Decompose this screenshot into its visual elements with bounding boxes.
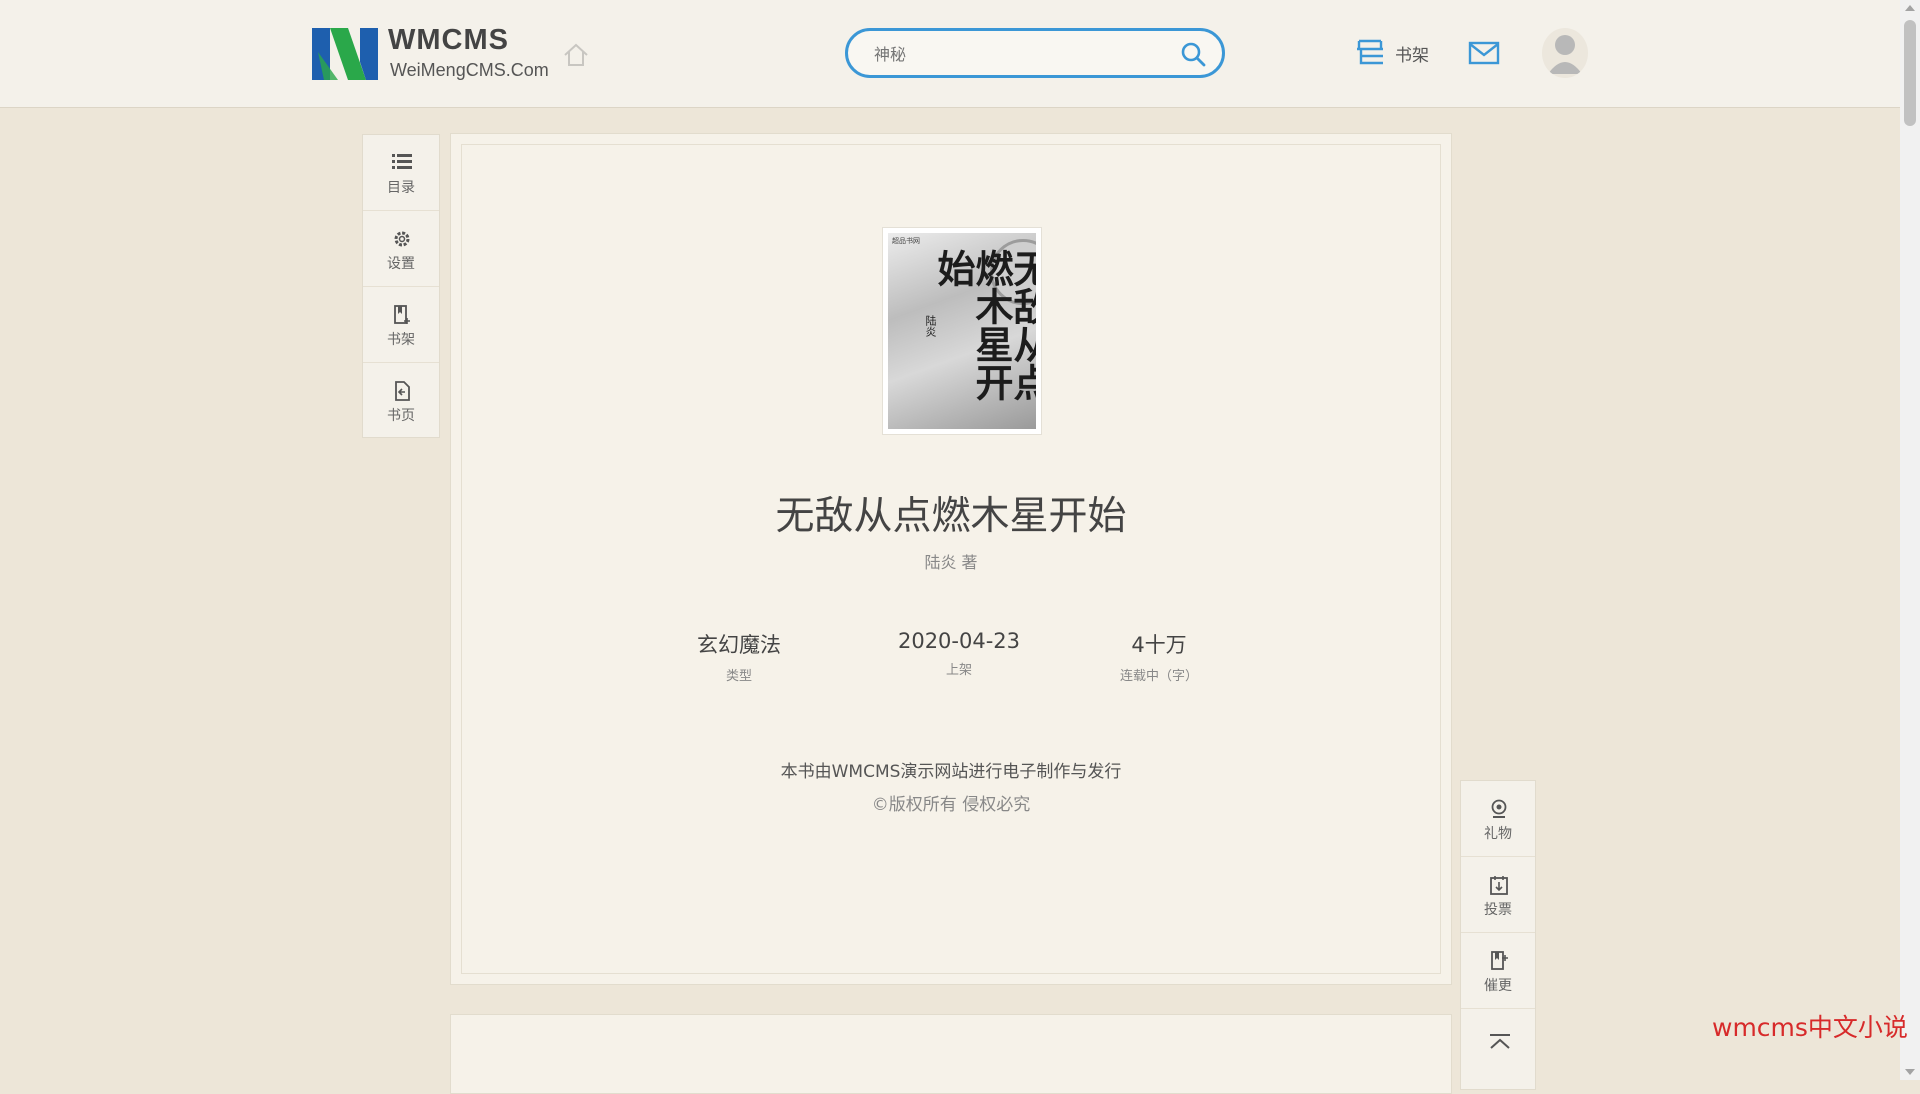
gear-icon	[394, 231, 410, 247]
urge-update-icon	[1491, 951, 1508, 970]
search-box	[845, 28, 1225, 78]
list-icon	[392, 154, 412, 169]
book-info-panel: 超品书网 无敌从点燃木星开始 陆炎 无敌从点燃木星开始 陆炎 著 玄幻魔法 类型…	[450, 133, 1452, 985]
site-header: WMCMS WeiMengCMS.Com 书架	[0, 0, 1900, 108]
vote-icon	[1490, 876, 1508, 895]
gift-button[interactable]: 礼物	[1461, 781, 1535, 857]
vote-label: 投票	[1484, 902, 1512, 918]
toc-button[interactable]: 目录	[363, 135, 439, 211]
scroll-up-arrow[interactable]	[1905, 5, 1915, 11]
add-to-shelf-label: 书架	[387, 332, 415, 348]
home-icon[interactable]	[562, 42, 590, 68]
settings-button[interactable]: 设置	[363, 211, 439, 287]
book-title: 无敌从点燃木星开始	[775, 494, 1127, 539]
header-bookshelf-label: 书架	[1395, 46, 1429, 66]
urge-update-label: 催更	[1484, 978, 1512, 994]
search-icon[interactable]	[1180, 41, 1206, 67]
stat-shelf-date-caption: 上架	[945, 663, 972, 678]
site-watermark: wmcms中文小说	[1712, 1013, 1908, 1042]
book-page-label: 书页	[387, 408, 415, 424]
stat-shelf-date-value: 2020-04-23	[897, 629, 1021, 653]
user-avatar[interactable]	[1542, 28, 1588, 78]
stat-word-count-caption: 连载中（字）	[1119, 669, 1198, 684]
left-toolbar: 目录 设置 书架 书页	[362, 134, 440, 438]
scroll-down-arrow[interactable]	[1905, 1069, 1915, 1075]
cover-author: 陆炎	[924, 315, 937, 337]
scroll-thumb[interactable]	[1904, 20, 1916, 126]
copyright-note: ©版权所有 侵权必究	[871, 795, 1031, 815]
stat-shelf-date: 2020-04-23 上架	[859, 629, 1059, 678]
book-cover[interactable]: 超品书网 无敌从点燃木星开始 陆炎	[882, 227, 1042, 435]
right-toolbar: 礼物 投票 催更	[1460, 780, 1536, 1090]
bookmark-icon	[394, 305, 410, 324]
stat-genre-value[interactable]: 玄幻魔法	[639, 629, 839, 659]
back-to-top-icon	[1490, 1034, 1510, 1049]
logo-brand-text: WMCMS	[388, 24, 509, 56]
add-to-shelf-button[interactable]: 书架	[363, 287, 439, 363]
bookshelf-icon	[1357, 39, 1383, 65]
site-logo[interactable]: WMCMS WeiMengCMS.Com	[310, 22, 550, 86]
gift-icon	[1491, 799, 1507, 818]
page-scrollbar[interactable]	[1900, 0, 1920, 1080]
book-cover-image: 超品书网 无敌从点燃木星开始 陆炎	[888, 233, 1036, 429]
book-info-inner: 超品书网 无敌从点燃木星开始 陆炎 无敌从点燃木星开始 陆炎 著 玄幻魔法 类型…	[461, 144, 1441, 974]
next-content-panel	[450, 1014, 1452, 1094]
stat-word-count: 4十万 连载中（字）	[1059, 629, 1259, 684]
urge-update-button[interactable]: 催更	[1461, 933, 1535, 1009]
stat-genre: 玄幻魔法 类型	[639, 629, 839, 684]
stat-word-count-value: 4十万	[1131, 633, 1187, 657]
search-input[interactable]	[872, 40, 1162, 68]
page-return-icon	[395, 381, 410, 401]
user-icon	[1548, 35, 1582, 74]
gift-label: 礼物	[1484, 826, 1512, 842]
logo-mark-icon	[312, 28, 378, 80]
logo-url-text: WeiMengCMS.Com	[390, 60, 549, 80]
back-to-top-button[interactable]	[1461, 1009, 1535, 1085]
cover-publisher-mark: 超品书网	[892, 237, 920, 245]
mail-icon[interactable]	[1468, 40, 1500, 66]
stat-genre-caption: 类型	[725, 669, 752, 684]
vote-button[interactable]: 投票	[1461, 857, 1535, 933]
book-author[interactable]: 陆炎 著	[462, 549, 1440, 573]
cover-title: 无敌从点燃木星开始	[931, 249, 1036, 401]
toc-label: 目录	[387, 180, 415, 196]
book-page-button[interactable]: 书页	[363, 363, 439, 439]
publish-note: 本书由WMCMS演示网站进行电子制作与发行	[780, 762, 1122, 782]
settings-label: 设置	[387, 256, 415, 272]
